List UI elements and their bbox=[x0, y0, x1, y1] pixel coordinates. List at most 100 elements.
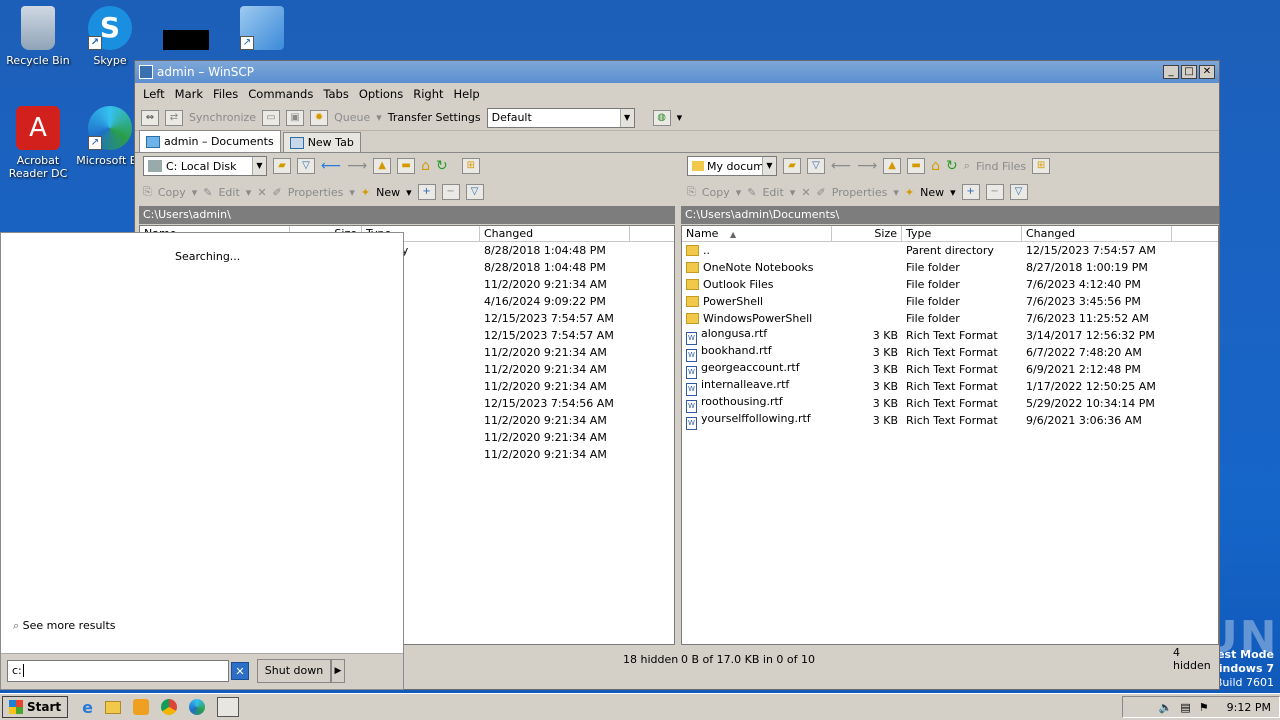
chevron-down-icon[interactable]: ▾ bbox=[376, 111, 382, 124]
desktop-icon-recycle-bin[interactable]: Recycle Bin bbox=[0, 6, 76, 67]
transfer-settings-select[interactable]: Default ▼ bbox=[486, 107, 635, 128]
menu-help[interactable]: Help bbox=[454, 87, 480, 101]
chevron-down-icon[interactable]: ▾ bbox=[790, 186, 796, 199]
back-icon[interactable]: ⟵ bbox=[321, 158, 341, 174]
close-button[interactable]: ✕ bbox=[1199, 65, 1215, 79]
title-bar[interactable]: admin – WinSCP _ □ ✕ bbox=[135, 61, 1219, 83]
parent-dir-icon[interactable]: ▲ bbox=[373, 158, 392, 174]
open-folder-icon[interactable]: ▰ bbox=[783, 158, 801, 174]
table-row[interactable]: Wyourselffollowing.rtf 3 KB Rich Text Form… bbox=[682, 412, 1218, 430]
menu-files[interactable]: Files bbox=[213, 87, 238, 101]
chevron-down-icon[interactable]: ▾ bbox=[246, 186, 252, 199]
menu-commands[interactable]: Commands bbox=[248, 87, 313, 101]
right-copy-button[interactable]: Copy bbox=[702, 186, 730, 199]
find-files-button[interactable]: Find Files bbox=[976, 160, 1026, 173]
menu-right[interactable]: Right bbox=[413, 87, 443, 101]
chevron-down-icon[interactable]: ▾ bbox=[677, 111, 683, 124]
action-center-icon[interactable]: ⚑ bbox=[1199, 701, 1209, 714]
chevron-down-icon[interactable]: ▾ bbox=[406, 186, 412, 199]
right-path-bar[interactable]: C:\Users\admin\Documents\ bbox=[681, 206, 1219, 224]
rename-icon[interactable]: ✐ bbox=[817, 186, 826, 199]
winscp-taskbar-icon[interactable] bbox=[217, 697, 239, 717]
home-icon[interactable]: ⌂ bbox=[421, 158, 430, 174]
table-row[interactable]: Walongusa.rtf 3 KB Rich Text Format 3/14/20… bbox=[682, 327, 1218, 345]
chevron-down-icon[interactable]: ▾ bbox=[950, 186, 956, 199]
tree-icon[interactable]: ⊞ bbox=[461, 158, 480, 174]
start-button[interactable]: Start bbox=[2, 696, 69, 718]
chevron-down-icon[interactable]: ▾ bbox=[893, 186, 899, 199]
chevron-down-icon[interactable]: ▾ bbox=[192, 186, 198, 199]
table-row[interactable]: Winternalleave.rtf 3 KB Rich Text Format 1/… bbox=[682, 378, 1218, 396]
refresh-icon[interactable]: ↻ bbox=[436, 158, 448, 174]
home-icon[interactable]: ⌂ bbox=[931, 158, 940, 174]
filter-select-icon[interactable]: ▽ bbox=[465, 184, 484, 200]
minimize-button[interactable]: _ bbox=[1163, 65, 1179, 79]
clear-search-button[interactable]: ✕ bbox=[231, 662, 249, 680]
network-icon[interactable]: ▤ bbox=[1180, 701, 1190, 714]
table-row[interactable]: Wbookhand.rtf 3 KB Rich Text Format 6/7/202… bbox=[682, 344, 1218, 362]
desktop-icon-winscp[interactable]: ↗ bbox=[224, 6, 300, 54]
left-properties-button[interactable]: Properties bbox=[288, 186, 344, 199]
filter-icon[interactable]: ▽ bbox=[807, 158, 825, 174]
table-row[interactable]: .. Parent directory 12/15/2023 7:54:57 AM bbox=[682, 242, 1218, 259]
ie-icon[interactable]: e bbox=[82, 698, 93, 717]
chrome-icon[interactable] bbox=[161, 699, 177, 715]
left-col-changed[interactable]: Changed bbox=[480, 226, 630, 241]
sync-browse-icon[interactable]: ⇄ bbox=[165, 109, 183, 126]
right-drive-select[interactable]: My docume ▼ bbox=[687, 156, 777, 176]
clock[interactable]: 9:12 PM bbox=[1227, 701, 1271, 714]
desktop-icon-redacted[interactable] bbox=[148, 6, 224, 54]
refresh-icon[interactable]: ↻ bbox=[946, 158, 958, 174]
table-row[interactable]: WindowsPowerShell File folder 7/6/2023 11:… bbox=[682, 310, 1218, 327]
filter-select-icon[interactable]: ▽ bbox=[1009, 184, 1028, 200]
left-drive-select[interactable]: C: Local Disk ▼ bbox=[143, 156, 267, 176]
left-path-bar[interactable]: C:\Users\admin\ bbox=[139, 206, 675, 224]
menu-options[interactable]: Options bbox=[359, 87, 403, 101]
back-icon[interactable]: ⟵ bbox=[831, 158, 851, 174]
right-col-type[interactable]: Type bbox=[902, 226, 1022, 241]
globe-icon[interactable]: ◍ bbox=[652, 109, 671, 126]
maximize-button[interactable]: □ bbox=[1181, 65, 1197, 79]
shutdown-button[interactable]: Shut down bbox=[257, 659, 331, 683]
table-row[interactable]: PowerShell File folder 7/6/2023 3:45:56 PM bbox=[682, 293, 1218, 310]
select-all-icon[interactable]: + bbox=[417, 184, 436, 200]
tab-new-tab[interactable]: New Tab bbox=[282, 132, 361, 152]
table-row[interactable]: OneNote Notebooks File folder 8/27/2018 1:… bbox=[682, 259, 1218, 276]
right-new-button[interactable]: New bbox=[920, 186, 944, 199]
right-properties-button[interactable]: Properties bbox=[832, 186, 888, 199]
media-player-icon[interactable] bbox=[133, 699, 149, 715]
chevron-down-icon[interactable]: ▾ bbox=[349, 186, 355, 199]
root-dir-icon[interactable]: ▬ bbox=[397, 158, 416, 174]
rename-icon[interactable]: ✐ bbox=[273, 186, 282, 199]
open-folder-icon[interactable]: ▰ bbox=[273, 158, 291, 174]
menu-left[interactable]: Left bbox=[143, 87, 165, 101]
preferences-icon[interactable]: ✹ bbox=[310, 109, 329, 126]
see-more-results-link[interactable]: ⌕ See more results bbox=[13, 619, 116, 633]
menu-tabs[interactable]: Tabs bbox=[323, 87, 348, 101]
menu-mark[interactable]: Mark bbox=[175, 87, 203, 101]
right-col-name[interactable]: Name ▲ bbox=[682, 226, 832, 241]
delete-icon[interactable]: ✕ bbox=[801, 186, 810, 199]
shutdown-options-button[interactable]: ▶ bbox=[331, 659, 345, 683]
putty-icon[interactable]: ▣ bbox=[286, 109, 305, 126]
speaker-icon[interactable]: 🔈 bbox=[1159, 701, 1173, 714]
table-row[interactable]: Outlook Files File folder 7/6/2023 4:12:40… bbox=[682, 276, 1218, 293]
delete-icon[interactable]: ✕ bbox=[257, 186, 266, 199]
filter-icon[interactable]: ▽ bbox=[297, 158, 315, 174]
root-dir-icon[interactable]: ▬ bbox=[907, 158, 926, 174]
tree-icon[interactable]: ⊞ bbox=[1032, 158, 1051, 174]
compare-icon[interactable]: ⇔ bbox=[141, 109, 159, 126]
explorer-icon[interactable] bbox=[105, 700, 121, 714]
search-input[interactable]: c: bbox=[7, 660, 229, 682]
desktop-icon-acrobat[interactable]: A Acrobat Reader DC bbox=[0, 106, 76, 180]
desktop-icon-skype[interactable]: S ↗ Skype bbox=[72, 6, 148, 67]
unselect-icon[interactable]: − bbox=[985, 184, 1004, 200]
left-new-button[interactable]: New bbox=[376, 186, 400, 199]
table-row[interactable]: Wgeorgeaccount.rtf 3 KB Rich Text Format 6/… bbox=[682, 361, 1218, 379]
unselect-icon[interactable]: − bbox=[441, 184, 460, 200]
select-all-icon[interactable]: + bbox=[961, 184, 980, 200]
parent-dir-icon[interactable]: ▲ bbox=[883, 158, 902, 174]
left-copy-button[interactable]: Copy bbox=[158, 186, 186, 199]
console-icon[interactable]: ▭ bbox=[262, 109, 281, 126]
forward-icon[interactable]: ⟶ bbox=[347, 158, 367, 174]
